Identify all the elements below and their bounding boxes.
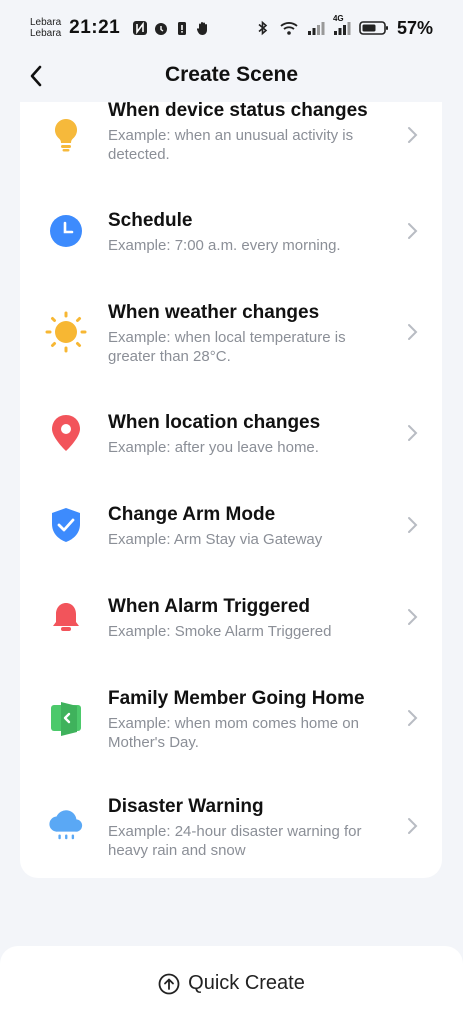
rain-cloud-icon: [48, 808, 84, 844]
chevron-right-icon: [408, 223, 418, 239]
status-right: 4G 57%: [255, 14, 433, 39]
item-title: Change Arm Mode: [108, 504, 276, 525]
trigger-arm-mode-text: Change Arm Mode Example: Arm Stay via Ga…: [108, 504, 392, 549]
trigger-family-home-text: Family Member Going Home Example: when m…: [108, 688, 392, 752]
signal-icon: [307, 22, 325, 35]
trigger-list: When device status changes Example: when…: [20, 102, 442, 878]
bluetooth-icon: [258, 20, 268, 36]
chevron-right-icon: [408, 818, 418, 834]
shield-check-icon: [48, 507, 84, 543]
chevron-right-icon: [408, 127, 418, 143]
clock-icon: [48, 213, 84, 249]
item-title: Disaster Warning: [108, 796, 264, 817]
alarm-bell-icon: [48, 599, 84, 635]
hand-icon: [197, 22, 208, 35]
trigger-device-status-text: When device status changes Example: when…: [108, 102, 392, 164]
chevron-right-icon: [408, 425, 418, 441]
nfc-icon: [133, 21, 148, 35]
trigger-weather-text: When weather changes Example: when local…: [108, 302, 392, 366]
carrier-names: Lebara Lebara: [30, 17, 61, 39]
status-left: Lebara Lebara 21:21: [30, 17, 211, 39]
trigger-location[interactable]: When location changes Example: after you…: [20, 388, 442, 478]
signal-4g: 4G: [333, 14, 351, 36]
page-title: Create Scene: [164, 63, 299, 86]
bottom-bar: Quick Create: [0, 946, 463, 1024]
app-header: Create Scene: [0, 56, 463, 96]
item-desc: Example: 7:00 a.m. every morning.: [108, 237, 341, 254]
chevron-right-icon: [408, 324, 418, 340]
trigger-device-status[interactable]: When device status changes Example: when…: [20, 102, 442, 180]
clock-time: 21:21: [69, 17, 121, 38]
item-title: Schedule: [108, 210, 193, 231]
trigger-alarm-text: When Alarm Triggered Example: Smoke Alar…: [108, 596, 392, 641]
item-desc: Example: when mom comes home on Mother's…: [108, 715, 359, 751]
quick-create-button[interactable]: Quick Create: [0, 972, 463, 995]
trigger-location-text: When location changes Example: after you…: [108, 412, 392, 457]
sun-icon: [45, 311, 87, 353]
item-desc: Example: after you leave home.: [108, 439, 319, 456]
lightbulb-icon: [48, 117, 84, 153]
location-pin-icon: [48, 415, 84, 451]
item-desc: Example: Arm Stay via Gateway: [108, 531, 323, 548]
item-desc: Example: when local temperature is great…: [108, 329, 346, 365]
trigger-alarm[interactable]: When Alarm Triggered Example: Smoke Alar…: [20, 572, 442, 662]
trigger-schedule-text: Schedule Example: 7:00 a.m. every mornin…: [108, 210, 392, 255]
battery-alert-icon: [178, 22, 187, 35]
chevron-right-icon: [408, 609, 418, 625]
chevron-right-icon: [408, 517, 418, 533]
item-title: Family Member Going Home: [108, 688, 365, 709]
alarm-clock-icon: [155, 23, 168, 35]
arrow-up-circle-icon: [158, 973, 180, 994]
trigger-arm-mode[interactable]: Change Arm Mode Example: Arm Stay via Ga…: [20, 480, 442, 570]
chevron-right-icon: [408, 710, 418, 726]
carrier-1: Lebara: [30, 17, 62, 28]
item-desc: Example: Smoke Alarm Triggered: [108, 623, 332, 640]
wifi-icon: [280, 22, 298, 35]
trigger-disaster-warning-text: Disaster Warning Example: 24-hour disast…: [108, 796, 392, 860]
trigger-family-home[interactable]: Family Member Going Home Example: when m…: [20, 672, 442, 764]
item-desc: Example: when an unusual activity is det…: [108, 127, 354, 163]
door-home-icon: [48, 700, 84, 736]
trigger-weather[interactable]: When weather changes Example: when local…: [20, 286, 442, 378]
item-desc: Example: 24-hour disaster warning for he…: [108, 823, 362, 859]
battery-icon: [359, 21, 388, 35]
carrier-2: Lebara: [30, 28, 62, 39]
battery-percent: 57%: [396, 17, 433, 38]
notification-icons: [132, 20, 211, 36]
status-bar: Lebara Lebara 21:21 4G 57%: [0, 0, 463, 56]
trigger-disaster-warning[interactable]: Disaster Warning Example: 24-hour disast…: [20, 780, 442, 872]
item-title: When location changes: [108, 412, 321, 433]
item-title: When weather changes: [108, 302, 320, 323]
quick-create-label: Quick Create: [188, 972, 305, 994]
item-title: When Alarm Triggered: [108, 596, 310, 617]
network-type-label: 4G: [332, 14, 344, 23]
item-title: When device status changes: [108, 102, 368, 121]
trigger-schedule[interactable]: Schedule Example: 7:00 a.m. every mornin…: [20, 186, 442, 276]
